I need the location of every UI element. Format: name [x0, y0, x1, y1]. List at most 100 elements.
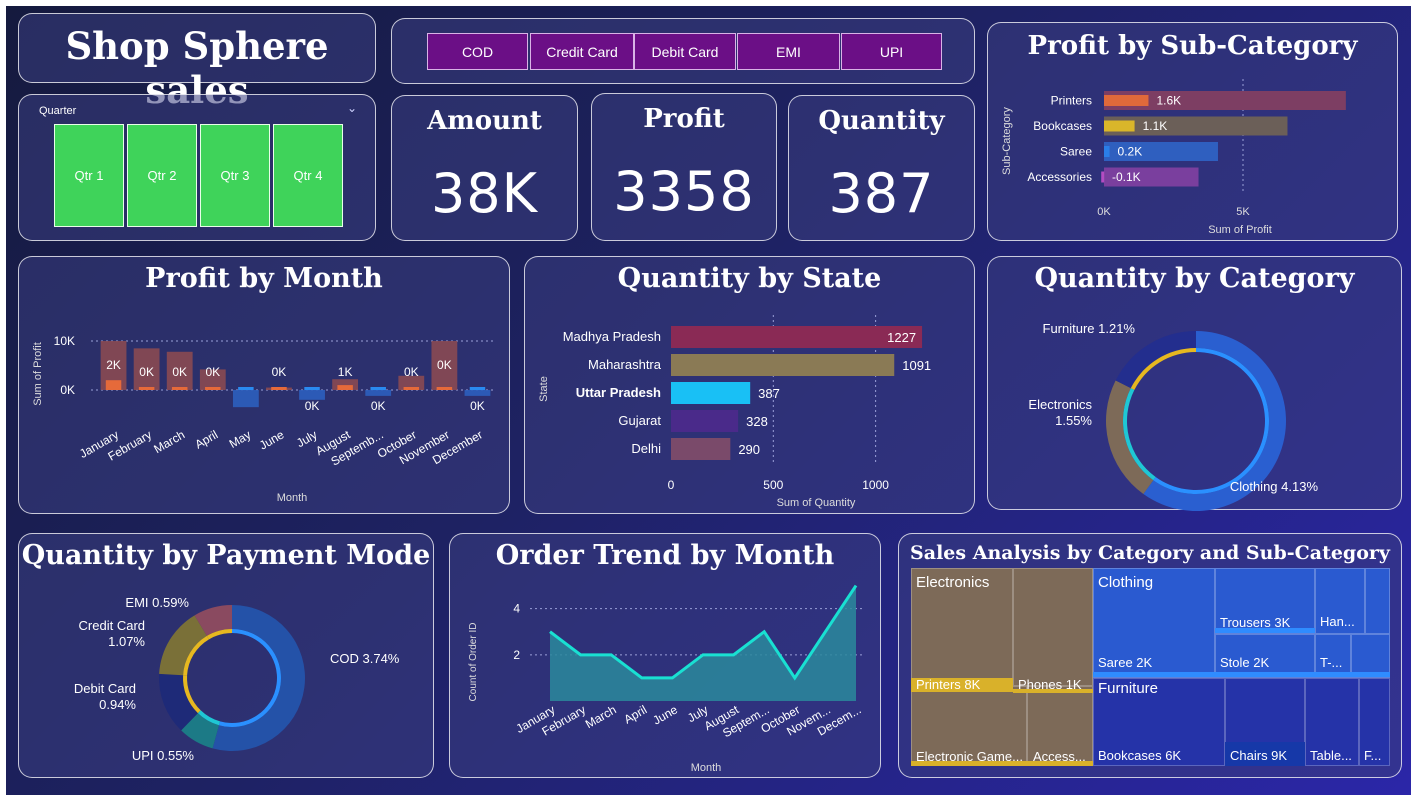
dashboard-canvas: Shop Sphere sales COD Credit Card Debit …: [6, 6, 1411, 795]
kpi-quantity-card: Quantity 387: [788, 95, 975, 241]
category-label: April: [192, 427, 220, 451]
chevron-down-icon[interactable]: ⌄: [347, 101, 357, 115]
payment-button-cod[interactable]: COD: [427, 33, 528, 70]
treemap-item-label: Han...: [1320, 614, 1355, 629]
tick-label: 0K: [1097, 206, 1111, 218]
bar: [1104, 120, 1135, 132]
order-trend-card: Order Trend by Month 2 4 January February Ma…: [449, 533, 881, 778]
treemap-group-label: Clothing: [1098, 574, 1154, 591]
treemap-item-label: Table...: [1310, 748, 1352, 763]
slice-label: 1.07%: [108, 634, 145, 649]
bar: [671, 326, 923, 348]
quantity-by-payment-mode-card: Quantity by Payment Mode COD 3.74% UPI 0.…: [18, 533, 434, 778]
payment-button-debit-card[interactable]: Debit Card: [634, 33, 736, 70]
bar: [138, 387, 155, 390]
bar: [1101, 171, 1105, 183]
bar: [370, 387, 386, 390]
data-label: 328: [746, 414, 768, 429]
data-label: 0.2K: [1118, 145, 1143, 159]
quantity-by-category-chart: Clothing 4.13% Electronics1.55% Furniture …: [1028, 321, 1319, 511]
treemap-tile[interactable]: [1365, 568, 1390, 634]
quantity-by-category-card: Quantity by Category Clothing 4.13% Elect…: [987, 256, 1402, 511]
tick-label: 1000: [862, 478, 889, 492]
profit-by-subcategory-chart: Printers 1.6K Bookcases 1.1K Saree 0.2K Access…: [1001, 79, 1346, 236]
category-label: Bookcases: [1033, 119, 1092, 133]
quarter-tile-3[interactable]: Qtr 3: [200, 124, 270, 227]
slice-label: Debit Card: [74, 681, 136, 696]
kpi-quantity-label: Quantity: [818, 106, 945, 136]
data-label: 0K: [305, 399, 320, 413]
quarter-tile-2[interactable]: Qtr 2: [127, 124, 197, 227]
bar: [105, 380, 122, 390]
bar: [1104, 95, 1149, 106]
slice-label: 0.94%: [99, 697, 136, 712]
payment-button-upi[interactable]: UPI: [841, 33, 942, 70]
data-label: 0K: [139, 365, 154, 379]
kpi-profit-value: 3358: [613, 160, 755, 223]
payment-mode-slicer: COD Credit Card Debit Card EMI UPI: [391, 18, 975, 84]
slice-label: COD 3.74%: [330, 651, 400, 666]
data-label: 0K: [371, 399, 386, 413]
slice-label: 1.55%: [1055, 413, 1092, 428]
category-label: June: [257, 427, 287, 452]
kpi-amount-label: Amount: [427, 106, 542, 136]
axis-label: Sum of Profit: [1208, 224, 1272, 236]
axis-label: Count of Order ID: [468, 623, 479, 702]
treemap-tile[interactable]: [1013, 568, 1093, 686]
quarter-tile-1[interactable]: Qtr 1: [54, 124, 124, 227]
data-label: 0K: [470, 399, 485, 413]
tick-label: 10K: [54, 334, 75, 348]
data-label: -0.1K: [1112, 170, 1141, 184]
quantity-by-state-chart: 0 500 1000 Madhya Pradesh 1227 Maharashtra 109…: [538, 315, 931, 509]
bar: [171, 387, 188, 390]
quarter-slicer: Quarter ⌄ Qtr 1 Qtr 2 Qtr 3 Qtr 4: [18, 94, 376, 241]
tick-label: 2: [513, 648, 520, 662]
profit-by-month-card: Profit by Month 10K 0K Sum of Profit 2K Janu…: [18, 256, 510, 514]
treemap-item-label: T-...: [1320, 655, 1343, 670]
category-label: Maharashtra: [588, 357, 662, 372]
bar: [403, 387, 420, 390]
tick-label: 0: [668, 478, 675, 492]
treemap-item-label: Bookcases 6K: [1098, 748, 1182, 763]
category-label: Uttar Pradesh: [576, 385, 661, 400]
quarter-tile-4[interactable]: Qtr 4: [273, 124, 343, 227]
data-label: 0K: [272, 365, 287, 379]
treemap-group-label: Furniture: [1098, 680, 1159, 697]
slice-label: Furniture 1.21%: [1043, 321, 1136, 336]
treemap-item-label: Trousers 3K: [1220, 615, 1291, 630]
bar: [671, 382, 751, 404]
payment-button-credit-card[interactable]: Credit Card: [530, 33, 634, 70]
treemap-item-label: Electronic Game...: [916, 749, 1023, 764]
sales-treemap: Electronics Printers 8K Phones 1K Electroni…: [911, 568, 1390, 768]
data-label: 1091: [902, 358, 931, 373]
category-label: Printers: [1051, 94, 1092, 108]
slice-label: Electronics: [1028, 397, 1092, 412]
data-label: 1.1K: [1143, 119, 1168, 133]
bar: [238, 387, 254, 390]
axis-label: Sum of Quantity: [777, 497, 856, 509]
bar-background: [365, 390, 392, 396]
category-label: March: [151, 427, 187, 456]
profit-by-subcategory-card: Profit by Sub-Category Printers 1.6K Bookc…: [987, 22, 1398, 241]
tick-label: 5K: [1236, 206, 1250, 218]
category-label: June: [650, 702, 680, 727]
bar: [1104, 146, 1110, 157]
data-label: 0K: [404, 365, 419, 379]
payment-button-emi[interactable]: EMI: [737, 33, 840, 70]
category-label: April: [622, 702, 650, 726]
axis-label: Sub-Category: [1001, 107, 1013, 175]
treemap-item-label: Access...: [1033, 749, 1086, 764]
slice-label: UPI 0.55%: [132, 748, 195, 763]
quarter-slicer-label: Quarter: [39, 105, 77, 117]
treemap-item-label: Printers 8K: [916, 677, 981, 692]
treemap-group-label: Electronics: [916, 574, 990, 591]
order-trend-chart: 24JanuaryFebruaryMarch April June JulyAugus…: [468, 584, 864, 774]
data-label: 0K: [205, 365, 220, 379]
tick-label: 4: [513, 602, 520, 616]
treemap-highlight-bar[interactable]: [1093, 672, 1390, 677]
axis-label: Month: [691, 762, 722, 774]
slice-label: Clothing 4.13%: [1230, 479, 1319, 494]
slice-label: Credit Card: [79, 618, 145, 633]
area-fill: [550, 585, 856, 701]
bar: [337, 385, 353, 390]
